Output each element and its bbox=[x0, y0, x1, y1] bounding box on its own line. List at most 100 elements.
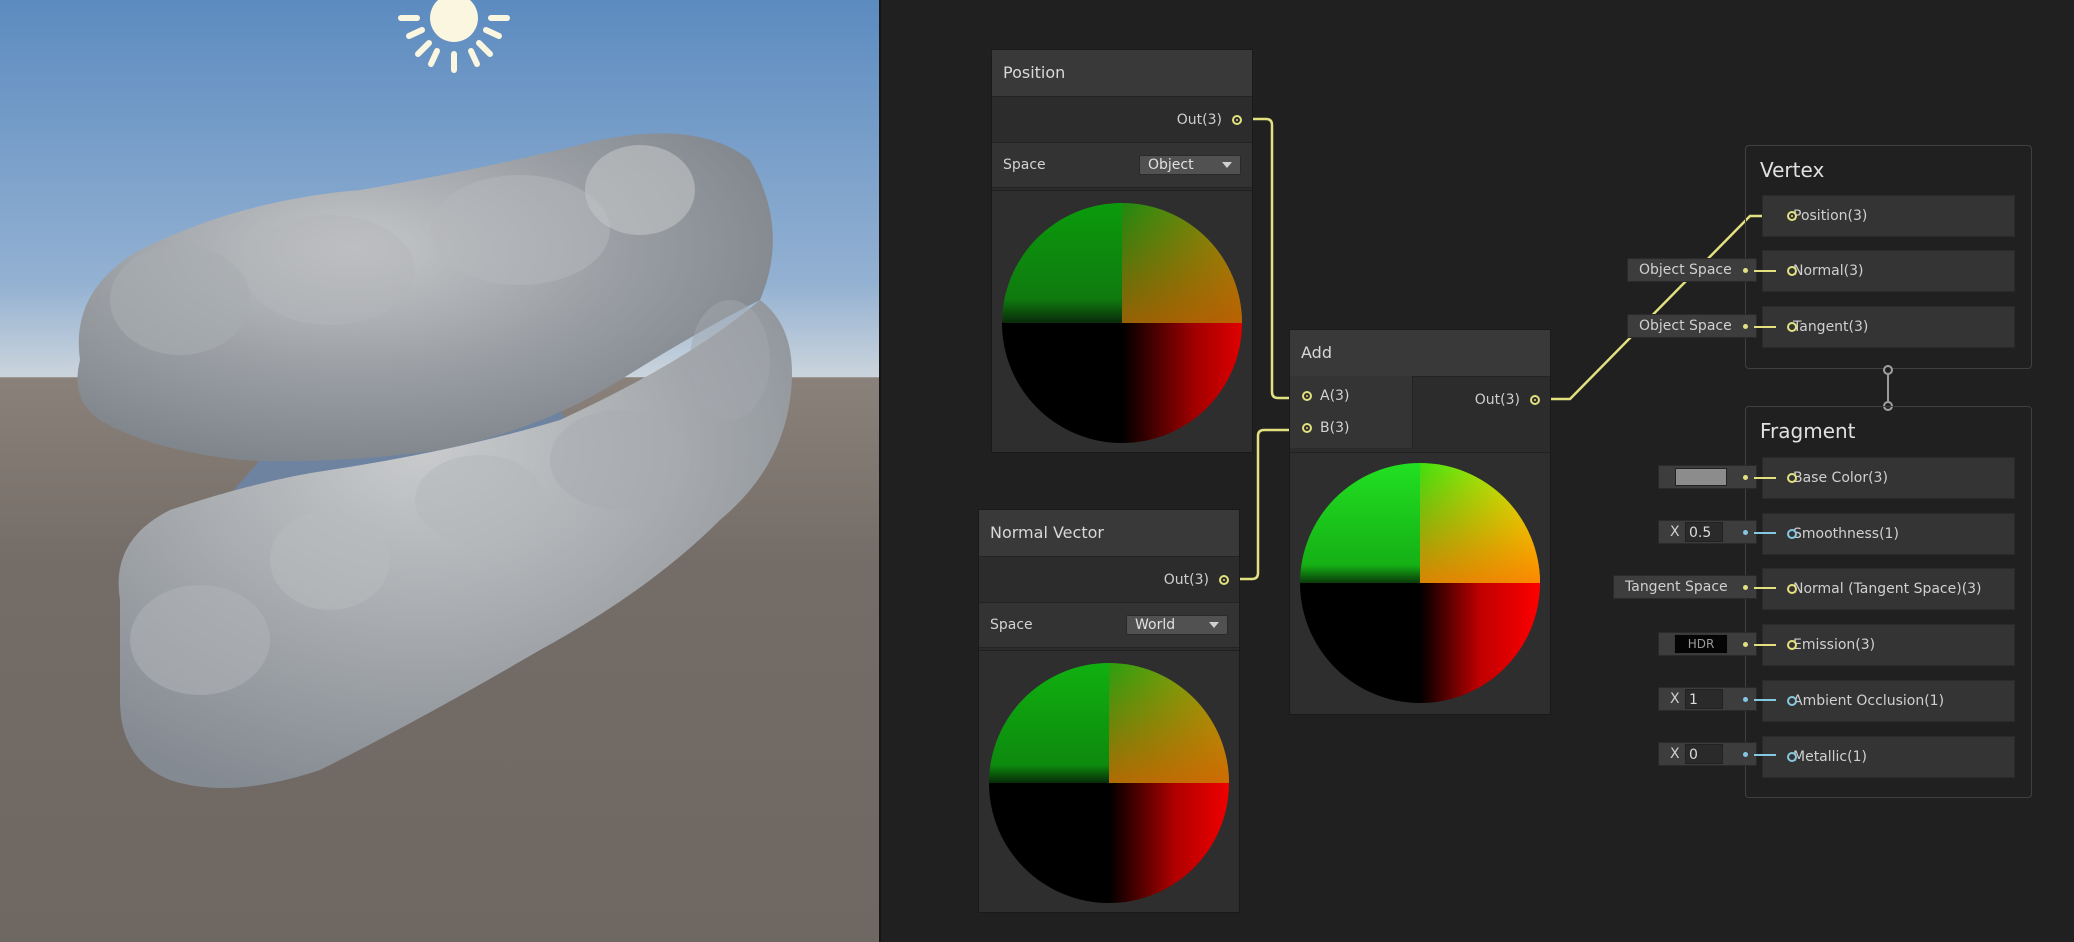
input-b-label: B(3) bbox=[1320, 420, 1350, 436]
space-row: Space Object bbox=[992, 142, 1252, 188]
preview-sphere bbox=[989, 663, 1229, 903]
normal-tangent-default[interactable]: Tangent Space bbox=[1613, 575, 1757, 599]
node-title: Add bbox=[1290, 330, 1550, 377]
node-title: Position bbox=[992, 50, 1252, 97]
space-label: Space bbox=[990, 617, 1033, 633]
vertex-slot-normal[interactable]: Normal(3) bbox=[1762, 250, 2015, 292]
default-port bbox=[1743, 697, 1748, 702]
output-port[interactable] bbox=[1530, 395, 1540, 405]
axis-label: X bbox=[1670, 524, 1680, 540]
preview-area bbox=[992, 190, 1252, 452]
vertex-slot-tangent[interactable]: Tangent(3) bbox=[1762, 306, 2015, 348]
default-wire bbox=[1754, 644, 1776, 646]
slot-port[interactable] bbox=[1787, 266, 1797, 276]
slot-port[interactable] bbox=[1787, 696, 1797, 706]
metallic-input[interactable]: 0 bbox=[1685, 744, 1723, 764]
input-a-label: A(3) bbox=[1320, 388, 1350, 404]
vertex-title: Vertex bbox=[1760, 158, 1825, 182]
normal-vector-node[interactable]: Normal Vector Out(3) Space World bbox=[978, 509, 1240, 913]
output-port[interactable] bbox=[1219, 575, 1229, 585]
normal-space-default[interactable]: Object Space bbox=[1627, 258, 1757, 282]
add-node[interactable]: Add A(3) B(3) Out(3) bbox=[1289, 329, 1551, 715]
fragment-slot-ambient-occlusion[interactable]: Ambient Occlusion(1) bbox=[1762, 680, 2015, 722]
slot-label: Ambient Occlusion(1) bbox=[1793, 693, 1945, 709]
slot-port[interactable] bbox=[1787, 473, 1797, 483]
default-port bbox=[1743, 268, 1748, 273]
default-label: Object Space bbox=[1639, 262, 1732, 278]
metallic-default[interactable]: X 0 bbox=[1658, 742, 1757, 766]
chevron-down-icon bbox=[1222, 162, 1232, 168]
smoothness-input[interactable]: 0.5 bbox=[1685, 522, 1723, 542]
position-node[interactable]: Position Out(3) Space Object bbox=[991, 49, 1253, 453]
slot-label: Tangent(3) bbox=[1793, 319, 1869, 335]
space-dropdown[interactable]: World bbox=[1126, 615, 1228, 635]
default-wire bbox=[1754, 587, 1776, 589]
slot-port[interactable] bbox=[1787, 752, 1797, 762]
fragment-block[interactable]: Fragment Base Color(3) Smoothness(1) Nor… bbox=[1745, 406, 2032, 798]
input-b-row: B(3) bbox=[1302, 420, 1349, 436]
default-wire bbox=[1754, 532, 1776, 534]
slot-label: Emission(3) bbox=[1793, 637, 1876, 653]
sun-icon bbox=[389, 0, 519, 78]
axis-label: X bbox=[1670, 691, 1680, 707]
slot-label: Normal (Tangent Space)(3) bbox=[1793, 581, 1982, 597]
default-wire bbox=[1754, 477, 1776, 479]
slot-label: Smoothness(1) bbox=[1793, 526, 1899, 542]
default-port bbox=[1743, 642, 1748, 647]
vertex-slot-position[interactable]: Position(3) bbox=[1762, 195, 2015, 237]
axis-label: X bbox=[1670, 746, 1680, 762]
slot-port[interactable] bbox=[1787, 640, 1797, 650]
output-port-row: Out(3) bbox=[1164, 558, 1239, 602]
space-label: Space bbox=[1003, 157, 1046, 173]
scene-viewport[interactable] bbox=[0, 0, 881, 942]
output-label: Out(3) bbox=[1176, 112, 1222, 128]
emission-hdr-swatch[interactable]: HDR bbox=[1674, 634, 1728, 654]
vertex-block[interactable]: Vertex Position(3) Normal(3) Tangent(3) bbox=[1745, 145, 2032, 369]
fragment-slot-base-color[interactable]: Base Color(3) bbox=[1762, 457, 2015, 499]
base-color-swatch[interactable] bbox=[1675, 468, 1727, 486]
output-port[interactable] bbox=[1232, 115, 1242, 125]
default-port bbox=[1743, 752, 1748, 757]
base-color-default[interactable] bbox=[1658, 465, 1757, 489]
slot-label: Normal(3) bbox=[1793, 263, 1864, 279]
space-value: Object bbox=[1148, 157, 1194, 173]
slot-label: Position(3) bbox=[1793, 208, 1868, 224]
default-port bbox=[1743, 585, 1748, 590]
default-wire bbox=[1754, 326, 1776, 328]
block-link bbox=[1887, 373, 1889, 403]
preview-area bbox=[979, 650, 1239, 912]
slot-port[interactable] bbox=[1787, 529, 1797, 539]
tangent-space-default[interactable]: Object Space bbox=[1627, 314, 1757, 338]
inputs-panel: A(3) B(3) bbox=[1290, 376, 1413, 448]
slot-port[interactable] bbox=[1787, 322, 1797, 332]
slot-label: Metallic(1) bbox=[1793, 749, 1867, 765]
output-port-row: Out(3) bbox=[1177, 98, 1252, 142]
fragment-slot-normal[interactable]: Normal (Tangent Space)(3) bbox=[1762, 568, 2015, 610]
space-dropdown[interactable]: Object bbox=[1139, 155, 1241, 175]
output-label: Out(3) bbox=[1474, 392, 1520, 408]
emission-default[interactable]: HDR bbox=[1658, 632, 1757, 656]
input-b-port[interactable] bbox=[1302, 423, 1312, 433]
smoothness-default[interactable]: X 0.5 bbox=[1658, 520, 1757, 544]
fragment-slot-smoothness[interactable]: Smoothness(1) bbox=[1762, 513, 2015, 555]
output-port-row: Out(3) bbox=[1475, 378, 1550, 422]
chevron-down-icon bbox=[1209, 622, 1219, 628]
slot-port[interactable] bbox=[1787, 211, 1797, 221]
fragment-slot-emission[interactable]: Emission(3) bbox=[1762, 624, 2015, 666]
space-value: World bbox=[1135, 617, 1176, 633]
slot-label: Base Color(3) bbox=[1793, 470, 1888, 486]
input-a-row: A(3) bbox=[1302, 388, 1349, 404]
default-wire bbox=[1754, 699, 1776, 701]
ambient-occlusion-default[interactable]: X 1 bbox=[1658, 687, 1757, 711]
default-port bbox=[1743, 324, 1748, 329]
preview-sphere bbox=[1300, 463, 1540, 703]
ambient-occlusion-input[interactable]: 1 bbox=[1685, 689, 1723, 709]
default-wire bbox=[1754, 270, 1776, 272]
input-a-port[interactable] bbox=[1302, 391, 1312, 401]
preview-area bbox=[1290, 452, 1550, 714]
slot-port[interactable] bbox=[1787, 584, 1797, 594]
fragment-slot-metallic[interactable]: Metallic(1) bbox=[1762, 736, 2015, 778]
node-title: Normal Vector bbox=[979, 510, 1239, 557]
output-label: Out(3) bbox=[1163, 572, 1209, 588]
default-port bbox=[1743, 475, 1748, 480]
